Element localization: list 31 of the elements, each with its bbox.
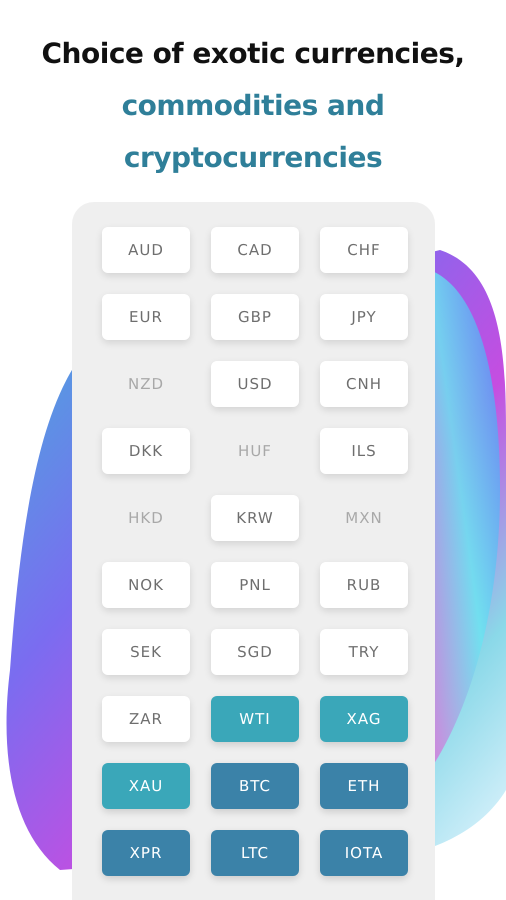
currency-button[interactable]: BTC — [211, 763, 299, 809]
currency-button[interactable]: ZAR — [102, 696, 190, 742]
currency-label: HUF — [211, 428, 299, 474]
currency-button[interactable]: CHF — [320, 227, 408, 273]
currency-label: MXN — [320, 495, 408, 541]
currency-button[interactable]: DKK — [102, 428, 190, 474]
currency-button[interactable]: CAD — [211, 227, 299, 273]
currency-button[interactable]: WTI — [211, 696, 299, 742]
currency-button[interactable]: XPR — [102, 830, 190, 876]
currency-button[interactable]: SEK — [102, 629, 190, 675]
currency-button[interactable]: GBP — [211, 294, 299, 340]
currency-button[interactable]: KRW — [211, 495, 299, 541]
currency-button[interactable]: RUB — [320, 562, 408, 608]
currency-button[interactable]: NOK — [102, 562, 190, 608]
currency-label: NZD — [102, 361, 190, 407]
currency-button[interactable]: IOTA — [320, 830, 408, 876]
currency-button[interactable]: LTC — [211, 830, 299, 876]
currency-button[interactable]: AUD — [102, 227, 190, 273]
headline: Choice of exotic currencies, commodities and cryptocurrencies — [40, 36, 466, 176]
currency-button[interactable]: SGD — [211, 629, 299, 675]
currency-label: HKD — [102, 495, 190, 541]
currency-button[interactable]: XAG — [320, 696, 408, 742]
currency-button[interactable]: CNH — [320, 361, 408, 407]
currency-button[interactable]: JPY — [320, 294, 408, 340]
currency-button[interactable]: USD — [211, 361, 299, 407]
currency-button[interactable]: XAU — [102, 763, 190, 809]
currency-button[interactable]: ILS — [320, 428, 408, 474]
currency-button[interactable]: PNL — [211, 562, 299, 608]
currency-button[interactable]: EUR — [102, 294, 190, 340]
currency-button[interactable]: ETH — [320, 763, 408, 809]
currency-button[interactable]: TRY — [320, 629, 408, 675]
